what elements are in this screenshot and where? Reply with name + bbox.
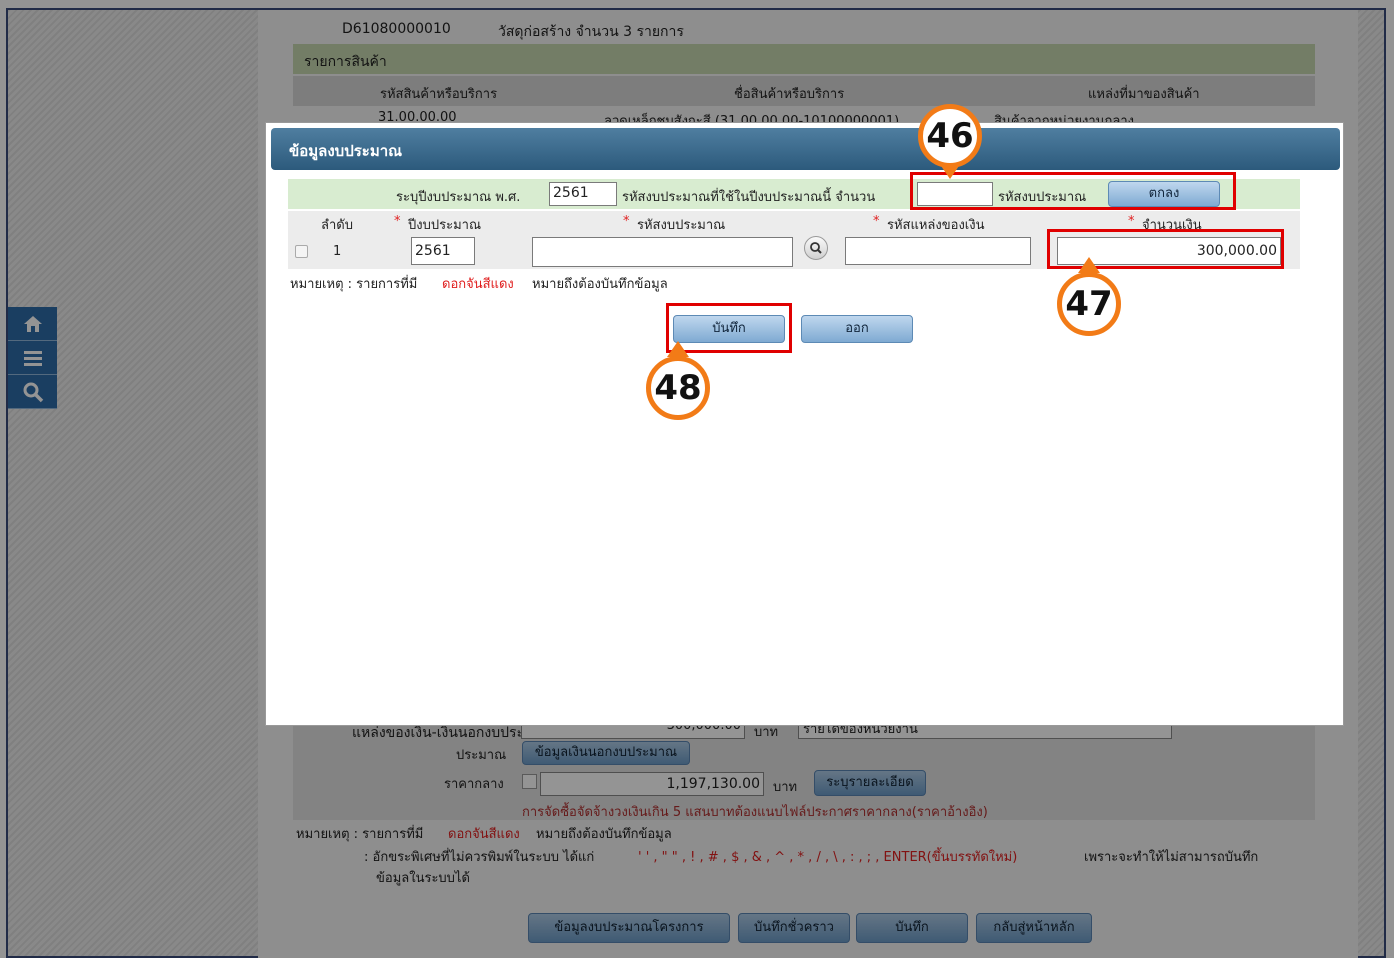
row-year-input[interactable]: 2561 (411, 237, 475, 265)
fund-code-input[interactable] (845, 237, 1031, 265)
marker-pointer (667, 341, 689, 357)
header-budget-code: รหัสงบประมาณ (637, 218, 726, 233)
modal-exit-button[interactable]: ออก (801, 315, 913, 343)
fiscal-year-label: ระบุปีงบประมาณ พ.ศ. (396, 190, 521, 205)
row-order: 1 (333, 244, 342, 259)
step-marker-46: 46 (918, 104, 982, 168)
required-mark: * (394, 214, 401, 229)
budget-modal: ข้อมูลงบประมาณ ระบุปีงบประมาณ พ.ศ. 2561 … (265, 122, 1344, 726)
marker-pointer (1078, 257, 1100, 273)
budget-code-input[interactable] (532, 237, 793, 267)
budget-count-label: รหัสงบประมาณที่ใช้ในปีงบประมาณนี้ จำนวน (622, 190, 876, 205)
modal-note-suffix: หมายถึงต้องบันทึกข้อมูล (532, 277, 668, 292)
required-mark: * (623, 214, 630, 229)
modal-title: ข้อมูลงบประมาณ (271, 128, 1340, 170)
modal-note-prefix: หมายเหตุ : รายการที่มี (290, 277, 418, 292)
step-marker-47: 47 (1057, 272, 1121, 336)
required-mark: * (873, 214, 880, 229)
row-checkbox[interactable] (295, 245, 308, 258)
step-marker-48: 48 (646, 356, 710, 420)
fiscal-year-input[interactable]: 2561 (549, 182, 617, 206)
required-mark: * (1128, 214, 1135, 229)
modal-note-red: ดอกจันสีแดง (442, 277, 514, 292)
header-year: ปีงบประมาณ (408, 218, 481, 233)
header-order: ลำดับ (321, 218, 353, 233)
lookup-search-icon[interactable] (804, 236, 828, 260)
header-fund-code: รหัสแหล่งของเงิน (887, 218, 985, 233)
